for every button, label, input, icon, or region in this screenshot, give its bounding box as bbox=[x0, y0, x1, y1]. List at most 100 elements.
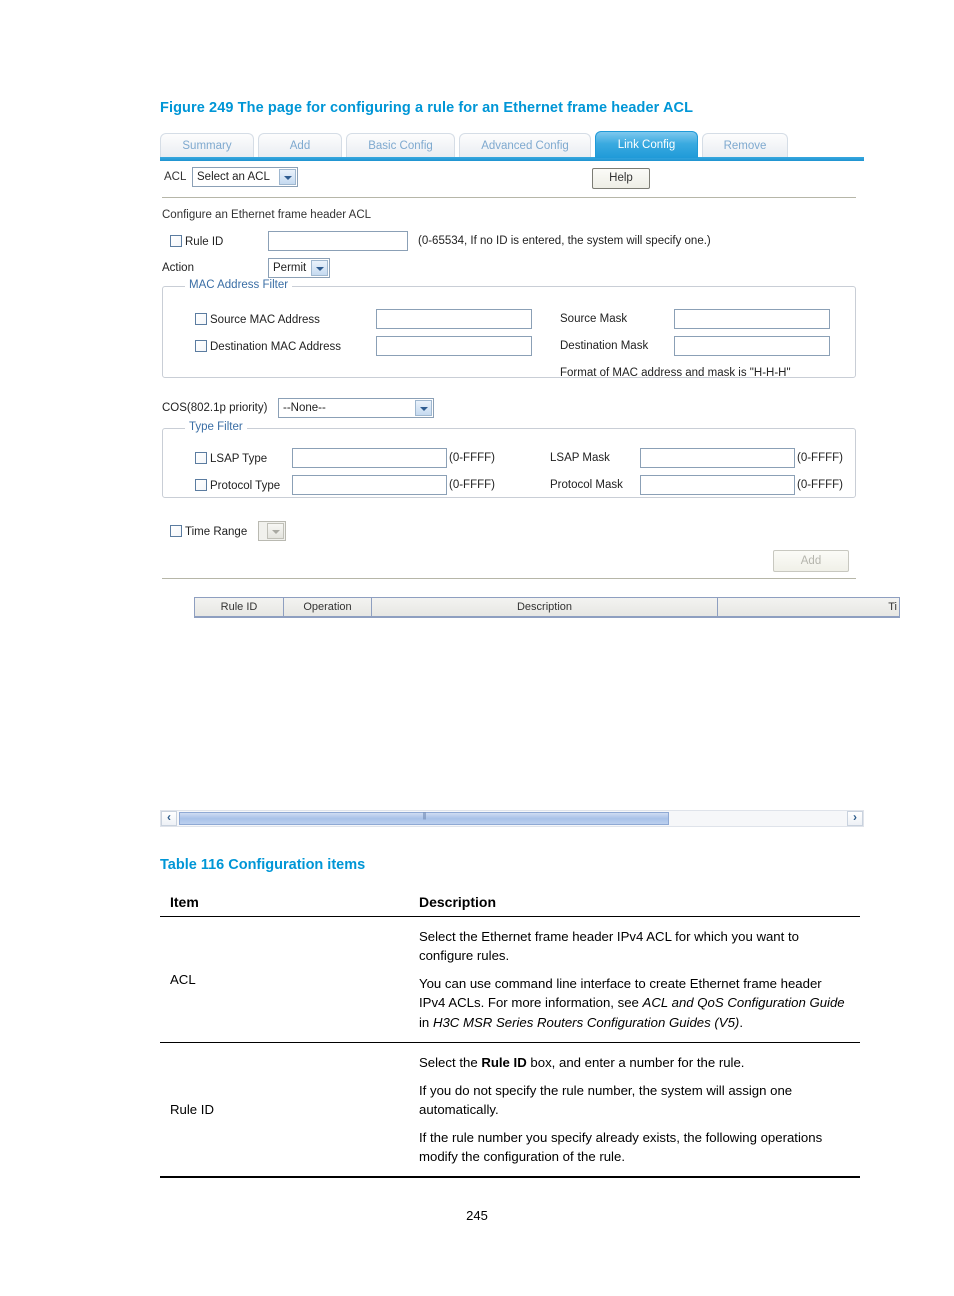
type-filter-legend: Type Filter bbox=[185, 421, 247, 433]
source-mac-address-input[interactable] bbox=[376, 309, 532, 329]
time-range-label: Time Range bbox=[185, 526, 248, 538]
source-mask-input[interactable] bbox=[674, 309, 830, 329]
action-label: Action bbox=[162, 262, 194, 274]
protocol-type-range-hint: (0-FFFF) bbox=[449, 479, 495, 491]
source-mac-address-checkbox[interactable]: Source MAC Address bbox=[195, 313, 320, 326]
checkbox-box[interactable] bbox=[170, 235, 182, 247]
destination-mac-address-input[interactable] bbox=[376, 336, 532, 356]
ruleid-p1-pre: Select the bbox=[419, 1054, 482, 1070]
row-description-rule-id: Select the Rule ID box, and enter a numb… bbox=[409, 1042, 860, 1179]
action-select-value: Permit bbox=[273, 262, 307, 274]
type-filter-group: Type Filter LSAP Type Protocol Type (0-F… bbox=[162, 421, 856, 498]
cos-label: COS(802.1p priority) bbox=[162, 402, 268, 414]
tab-advanced-config[interactable]: Advanced Config bbox=[459, 133, 591, 157]
table-header-row: Item Description bbox=[160, 889, 860, 917]
tab-bar: Summary Add Basic Config Advanced Config… bbox=[160, 131, 864, 161]
lsap-mask-label: LSAP Mask bbox=[550, 452, 610, 464]
rule-id-checkbox[interactable]: Rule ID bbox=[170, 235, 223, 248]
ruleid-paragraph-3: If the rule number you specify already e… bbox=[419, 1130, 823, 1165]
protocol-mask-input[interactable] bbox=[640, 475, 795, 495]
ruleid-p1-bold: Rule ID bbox=[481, 1054, 527, 1070]
device-web-ui-screenshot: Summary Add Basic Config Advanced Config… bbox=[160, 131, 900, 831]
chevron-down-icon bbox=[415, 400, 432, 416]
ruleid-p1-post: box, and enter a number for the rule. bbox=[526, 1054, 745, 1070]
protocol-mask-label: Protocol Mask bbox=[550, 479, 623, 491]
column-header-rule-id[interactable]: Rule ID bbox=[194, 598, 284, 616]
mac-address-filter-legend: MAC Address Filter bbox=[185, 279, 293, 291]
tab-summary[interactable]: Summary bbox=[160, 133, 254, 157]
checkbox-box[interactable] bbox=[195, 313, 207, 325]
table-row: Rule ID Select the Rule ID box, and ente… bbox=[160, 1042, 860, 1179]
acl-p2-guide-1: ACL and QoS Configuration Guide bbox=[642, 995, 845, 1011]
column-header-description: Description bbox=[409, 889, 860, 917]
row-item-rule-id: Rule ID bbox=[160, 1042, 409, 1179]
rule-id-checkbox-label: Rule ID bbox=[185, 236, 224, 248]
destination-mac-address-checkbox[interactable]: Destination MAC Address bbox=[195, 340, 341, 353]
action-select[interactable]: Permit bbox=[268, 258, 330, 278]
mac-format-note: Format of MAC address and mask is "H-H-H… bbox=[560, 367, 791, 379]
checkbox-box[interactable] bbox=[195, 452, 207, 464]
chevron-down-icon bbox=[279, 169, 296, 185]
scroll-right-arrow-icon[interactable]: › bbox=[847, 810, 863, 826]
divider-mid bbox=[162, 578, 856, 579]
destination-mac-address-label: Destination MAC Address bbox=[210, 341, 342, 353]
page-number: 245 bbox=[466, 1208, 488, 1223]
cos-select[interactable]: --None-- bbox=[278, 398, 434, 418]
add-button[interactable]: Add bbox=[773, 550, 849, 572]
checkbox-box[interactable] bbox=[195, 340, 207, 352]
acl-p2-guide-2: H3C MSR Series Routers Configuration Gui… bbox=[432, 1014, 740, 1030]
horizontal-scrollbar[interactable]: ‹ › bbox=[160, 810, 864, 827]
column-header-description[interactable]: Description bbox=[372, 598, 718, 616]
checkbox-box[interactable] bbox=[170, 525, 182, 537]
source-mask-label: Source Mask bbox=[560, 313, 628, 325]
rule-id-hint: (0-65534, If no ID is entered, the syste… bbox=[418, 235, 711, 247]
help-button[interactable]: Help bbox=[592, 168, 650, 189]
protocol-type-label: Protocol Type bbox=[210, 480, 281, 492]
protocol-type-input[interactable] bbox=[292, 475, 447, 495]
acl-paragraph-2: You can use command line interface to cr… bbox=[419, 974, 846, 1031]
scrollbar-thumb[interactable] bbox=[179, 811, 669, 825]
table-row: ACL Select the Ethernet frame header IPv… bbox=[160, 916, 860, 1043]
figure-caption: Figure 249 The page for configuring a ru… bbox=[160, 100, 694, 116]
acl-paragraph-1: Select the Ethernet frame header IPv4 AC… bbox=[419, 929, 799, 964]
chevron-down-icon bbox=[311, 260, 328, 276]
tab-link-config[interactable]: Link Config bbox=[595, 131, 698, 158]
chevron-down-icon bbox=[267, 523, 284, 539]
destination-mask-input[interactable] bbox=[674, 336, 830, 356]
column-header-operation[interactable]: Operation bbox=[284, 598, 372, 616]
lsap-mask-range-hint: (0-FFFF) bbox=[797, 452, 843, 464]
divider-top bbox=[162, 197, 856, 198]
tab-basic-config[interactable]: Basic Config bbox=[346, 133, 455, 157]
protocol-type-checkbox[interactable]: Protocol Type bbox=[195, 479, 280, 492]
acl-select[interactable]: Select an ACL bbox=[192, 167, 298, 187]
table-caption: Table 116 Configuration items bbox=[160, 857, 366, 873]
tab-add[interactable]: Add bbox=[258, 133, 342, 157]
rules-table: Rule ID Operation Description Ti bbox=[194, 597, 900, 618]
lsap-mask-input[interactable] bbox=[640, 448, 795, 468]
chevron-right-glyph: › bbox=[853, 810, 857, 824]
column-header-item: Item bbox=[160, 889, 409, 917]
column-header-time-range[interactable]: Ti bbox=[718, 598, 900, 616]
lsap-type-checkbox[interactable]: LSAP Type bbox=[195, 452, 267, 465]
tab-underline bbox=[160, 157, 864, 161]
lsap-type-input[interactable] bbox=[292, 448, 447, 468]
time-range-select[interactable] bbox=[258, 521, 286, 541]
mac-address-filter-group: MAC Address Filter Source MAC Address De… bbox=[162, 279, 856, 379]
lsap-type-range-hint: (0-FFFF) bbox=[449, 452, 495, 464]
acl-p2-mid: in bbox=[419, 1014, 433, 1030]
chevron-left-glyph: ‹ bbox=[167, 810, 171, 824]
time-range-checkbox[interactable]: Time Range bbox=[170, 525, 247, 538]
rule-id-input[interactable] bbox=[268, 231, 408, 251]
checkbox-box[interactable] bbox=[195, 479, 207, 491]
ruleid-paragraph-2: If you do not specify the rule number, t… bbox=[419, 1082, 793, 1117]
protocol-mask-range-hint: (0-FFFF) bbox=[797, 479, 843, 491]
tab-remove[interactable]: Remove bbox=[702, 133, 788, 157]
row-item-acl: ACL bbox=[160, 916, 409, 1043]
cos-select-value: --None-- bbox=[283, 402, 326, 414]
source-mac-address-label: Source MAC Address bbox=[210, 314, 320, 326]
ruleid-paragraph-1: Select the Rule ID box, and enter a numb… bbox=[419, 1053, 846, 1072]
scroll-left-arrow-icon[interactable]: ‹ bbox=[161, 810, 177, 826]
acl-label: ACL bbox=[164, 171, 187, 183]
acl-p2-post: . bbox=[739, 1014, 743, 1030]
lsap-type-label: LSAP Type bbox=[210, 453, 268, 465]
